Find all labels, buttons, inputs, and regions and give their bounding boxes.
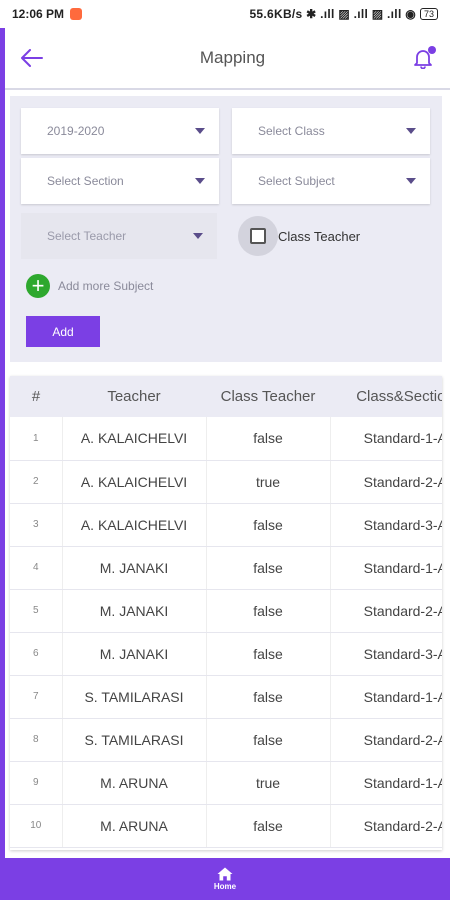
- subject-select-placeholder: Select Subject: [258, 174, 335, 188]
- class-section-cell: Standard-3-A: [329, 503, 442, 547]
- status-bar: 12:06 PM 55.6KB/s ✱ .ıll ▨ .ıll ▨ .ıll ◉…: [0, 0, 450, 28]
- row-number: 7: [10, 675, 62, 719]
- app-bar: Mapping: [5, 28, 450, 90]
- teacher-cell: M. ARUNA: [61, 761, 206, 805]
- status-time: 12:06 PM: [12, 7, 65, 21]
- bottom-nav-home[interactable]: Home: [0, 858, 450, 900]
- notification-icon: [70, 8, 83, 20]
- table-row: 5 M. JANAKI false Standard-2-A: [10, 589, 442, 633]
- class-section-cell: Standard-1-A: [329, 417, 442, 461]
- left-accent-strip: [0, 28, 5, 858]
- plus-circle-icon: +: [26, 274, 50, 298]
- class-select[interactable]: Select Class: [232, 108, 430, 154]
- mapping-form: 2019-2020 Select Class Select Section Se…: [10, 96, 442, 362]
- notification-badge: [428, 46, 436, 54]
- table-row: 6 M. JANAKI false Standard-3-A: [10, 632, 442, 676]
- row-number: 2: [10, 460, 62, 504]
- mapping-table: # Teacher Class Teacher Class&Section 1 …: [10, 376, 442, 850]
- table-row: 4 M. JANAKI false Standard-1-A: [10, 546, 442, 590]
- class-teacher-cell: false: [205, 675, 330, 719]
- table-row: 10 M. ARUNA false Standard-2-A: [10, 804, 442, 848]
- row-number: 3: [10, 503, 62, 547]
- class-teacher-checkbox[interactable]: [238, 216, 278, 256]
- home-label: Home: [213, 882, 237, 891]
- row-number: 1: [10, 417, 62, 461]
- caret-down-icon: [195, 128, 205, 134]
- class-teacher-cell: true: [205, 761, 330, 805]
- teacher-cell: M. JANAKI: [61, 632, 206, 676]
- caret-down-icon: [406, 178, 416, 184]
- row-number: 9: [10, 761, 62, 805]
- battery-icon: 73: [419, 8, 438, 20]
- home-icon: [217, 867, 233, 881]
- row-number: 8: [10, 718, 62, 762]
- class-teacher-cell: false: [205, 546, 330, 590]
- class-section-cell: Standard-1-A: [329, 675, 442, 719]
- teacher-cell: A. KALAICHELVI: [61, 417, 206, 461]
- caret-down-icon: [406, 128, 416, 134]
- class-teacher-cell: true: [205, 460, 330, 504]
- back-button[interactable]: [5, 27, 59, 89]
- class-teacher-cell: false: [205, 503, 330, 547]
- row-number: 6: [10, 632, 62, 676]
- column-header-number: #: [10, 376, 62, 417]
- add-more-subject-label: Add more Subject: [58, 279, 154, 293]
- add-more-subject-button[interactable]: + Add more Subject: [26, 274, 153, 298]
- table-row: 7 S. TAMILARASI false Standard-1-A: [10, 675, 442, 719]
- teacher-cell: M. ARUNA: [61, 804, 206, 848]
- class-section-cell: Standard-1-A: [329, 546, 442, 590]
- table-header-row: # Teacher Class Teacher Class&Section: [10, 376, 442, 417]
- class-section-cell: Standard-3-A: [329, 632, 442, 676]
- teacher-cell: S. TAMILARASI: [61, 718, 206, 762]
- table-row: 9 M. ARUNA true Standard-1-A: [10, 761, 442, 805]
- class-section-cell: Standard-1-A: [329, 761, 442, 805]
- teacher-select-placeholder: Select Teacher: [47, 229, 127, 243]
- arrow-left-icon: [21, 49, 43, 67]
- column-header-teacher: Teacher: [62, 376, 206, 417]
- year-select-value: 2019-2020: [47, 124, 105, 138]
- class-teacher-cell: false: [205, 589, 330, 633]
- notifications-button[interactable]: [396, 27, 450, 89]
- year-select[interactable]: 2019-2020: [21, 108, 219, 154]
- table-row: 1 A. KALAICHELVI false Standard-1-A: [10, 417, 442, 461]
- caret-down-icon: [195, 178, 205, 184]
- subject-select[interactable]: Select Subject: [232, 158, 430, 204]
- checkbox-icon: [250, 228, 266, 244]
- table-row: 2 A. KALAICHELVI true Standard-2-A: [10, 460, 442, 504]
- class-teacher-cell: false: [205, 417, 330, 461]
- teacher-select[interactable]: Select Teacher: [21, 213, 217, 259]
- add-button[interactable]: Add: [26, 316, 100, 347]
- section-select[interactable]: Select Section: [21, 158, 219, 204]
- class-section-cell: Standard-2-A: [329, 589, 442, 633]
- teacher-cell: M. JANAKI: [61, 589, 206, 633]
- class-teacher-cell: false: [205, 718, 330, 762]
- class-section-cell: Standard-2-A: [329, 804, 442, 848]
- class-select-placeholder: Select Class: [258, 124, 325, 138]
- class-teacher-cell: false: [205, 804, 330, 848]
- teacher-cell: S. TAMILARASI: [61, 675, 206, 719]
- table-row: 8 S. TAMILARASI false Standard-2-A: [10, 718, 442, 762]
- class-section-cell: Standard-2-A: [329, 460, 442, 504]
- row-number: 4: [10, 546, 62, 590]
- class-teacher-cell: false: [205, 632, 330, 676]
- page-title: Mapping: [199, 48, 266, 67]
- class-teacher-checkbox-row: Class Teacher: [238, 216, 360, 256]
- section-select-placeholder: Select Section: [47, 174, 124, 188]
- row-number: 10: [10, 804, 62, 848]
- caret-down-icon: [193, 233, 203, 239]
- class-section-cell: Standard-2-A: [329, 718, 442, 762]
- status-indicators: 55.6KB/s ✱ .ıll ▨ .ıll ▨ .ıll ◉: [249, 7, 416, 21]
- teacher-cell: M. JANAKI: [61, 546, 206, 590]
- row-number: 5: [10, 589, 62, 633]
- table-row: 3 A. KALAICHELVI false Standard-3-A: [10, 503, 442, 547]
- teacher-cell: A. KALAICHELVI: [61, 460, 206, 504]
- class-teacher-label: Class Teacher: [278, 228, 361, 244]
- teacher-cell: A. KALAICHELVI: [61, 503, 206, 547]
- column-header-class-teacher: Class Teacher: [206, 376, 330, 417]
- column-header-class-section: Class&Section: [330, 376, 442, 417]
